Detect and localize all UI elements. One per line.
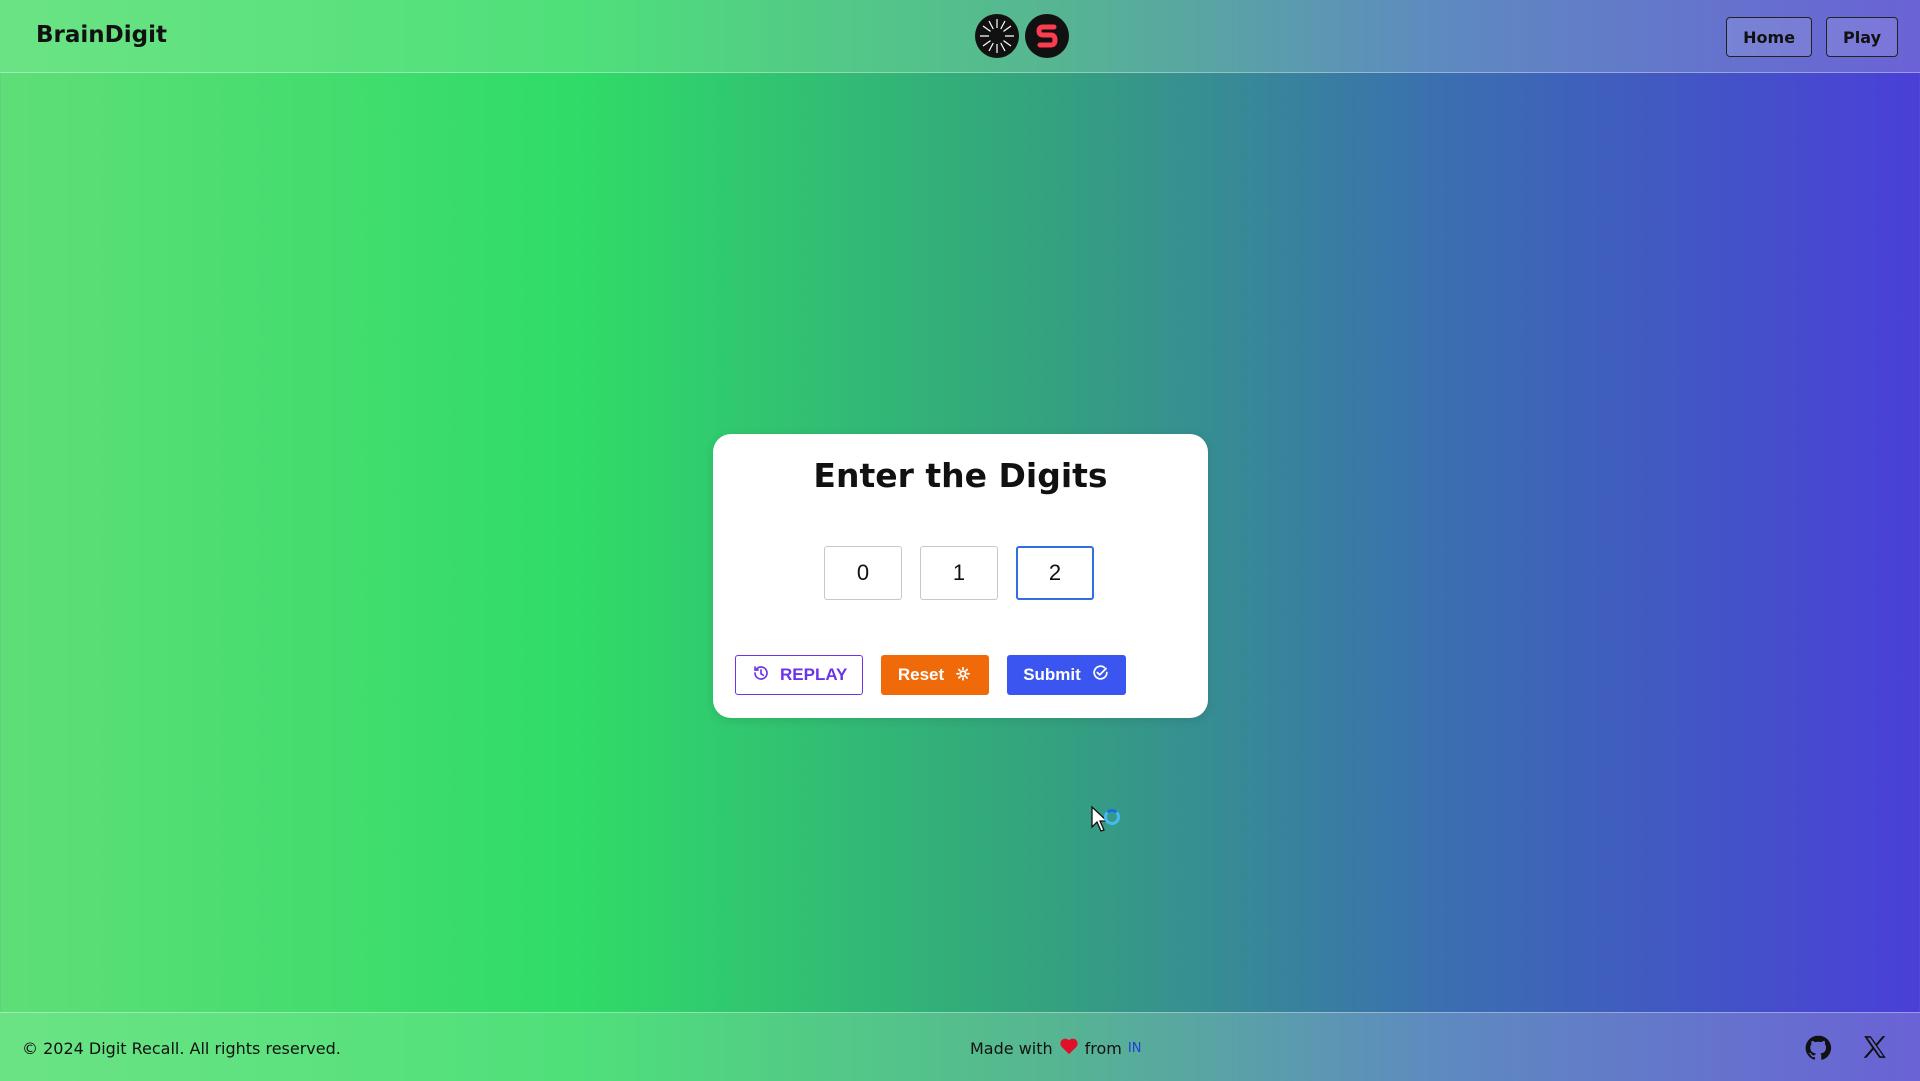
made-with-text: Made with from IN bbox=[970, 1037, 1141, 1059]
digit-input-2[interactable] bbox=[920, 546, 998, 600]
digit-entry-card: Enter the Digits REPLAY Reset Submit bbox=[713, 434, 1208, 718]
check-circle-icon bbox=[1091, 663, 1110, 687]
home-button[interactable]: Home bbox=[1726, 17, 1813, 57]
from-label: from bbox=[1084, 1038, 1122, 1058]
page-title: Enter the Digits bbox=[813, 456, 1108, 495]
digit-input-1[interactable] bbox=[824, 546, 902, 600]
header-logos bbox=[975, 14, 1069, 58]
digit-inputs bbox=[824, 546, 1094, 600]
history-icon bbox=[752, 664, 770, 687]
digit-input-3[interactable] bbox=[1016, 546, 1094, 600]
reset-button[interactable]: Reset bbox=[881, 655, 989, 695]
top-nav: Home Play bbox=[1726, 17, 1898, 57]
country-code: IN bbox=[1127, 1040, 1142, 1056]
made-with-label: Made with bbox=[970, 1038, 1053, 1058]
action-buttons: REPLAY Reset Submit bbox=[735, 655, 1126, 695]
reset-label: Reset bbox=[897, 665, 945, 684]
replay-label: REPLAY bbox=[780, 665, 848, 684]
x-icon[interactable] bbox=[1862, 1034, 1890, 1062]
submit-button[interactable]: Submit bbox=[1007, 655, 1126, 695]
s-logo-icon[interactable] bbox=[1025, 14, 1069, 58]
brand-title[interactable]: BrainDigit bbox=[36, 22, 167, 48]
gear-icon bbox=[954, 664, 972, 687]
social-links bbox=[1804, 1034, 1890, 1062]
heart-icon bbox=[1059, 1037, 1079, 1059]
github-icon[interactable] bbox=[1804, 1034, 1832, 1062]
submit-label: Submit bbox=[1023, 665, 1081, 684]
loading-spinner-icon bbox=[1104, 809, 1120, 825]
sunburst-logo-icon[interactable] bbox=[975, 14, 1019, 58]
header: BrainDigit Home Play bbox=[0, 0, 1920, 73]
replay-button[interactable]: REPLAY bbox=[735, 655, 863, 695]
copyright-text: © 2024 Digit Recall. All rights reserved… bbox=[22, 1039, 341, 1058]
play-button[interactable]: Play bbox=[1826, 17, 1898, 57]
footer: © 2024 Digit Recall. All rights reserved… bbox=[0, 1012, 1920, 1081]
